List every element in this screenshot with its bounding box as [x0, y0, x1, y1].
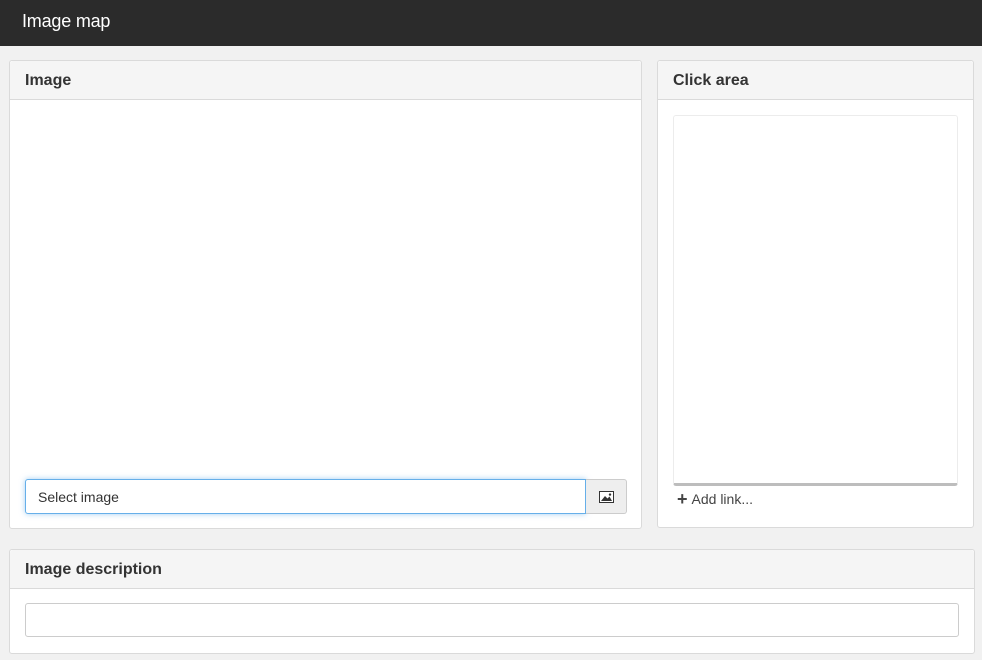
select-image-group — [25, 479, 627, 514]
image-description-input[interactable] — [25, 603, 959, 637]
select-image-button[interactable] — [586, 479, 627, 514]
image-description-panel: Image description — [9, 549, 975, 654]
image-icon — [598, 490, 614, 503]
image-preview-area[interactable] — [10, 101, 641, 471]
image-panel-heading: Image — [10, 61, 641, 100]
add-link-button[interactable]: + Add link... — [677, 489, 753, 509]
image-description-heading: Image description — [10, 550, 974, 589]
plus-icon: + — [677, 489, 688, 509]
click-area-panel-heading: Click area — [658, 61, 973, 100]
image-panel: Image — [9, 60, 642, 529]
add-link-label: Add link... — [691, 491, 753, 507]
app-title-bar: Image map — [0, 0, 982, 46]
click-area-panel: Click area + Add link... — [657, 60, 974, 528]
click-area-links-list[interactable] — [673, 115, 958, 486]
app-title: Image map — [22, 11, 111, 31]
select-image-input[interactable] — [25, 479, 586, 514]
